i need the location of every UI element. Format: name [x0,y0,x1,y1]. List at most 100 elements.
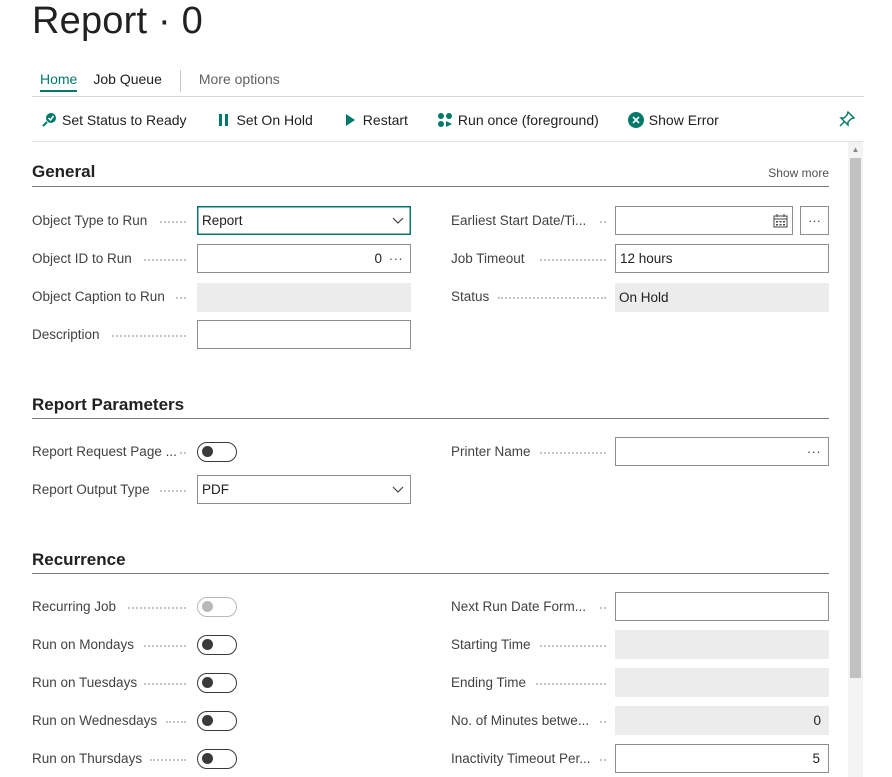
toggle-knob [202,601,213,612]
section-title-general[interactable]: General [32,162,95,182]
leader-dots [112,335,186,337]
leader-dots [180,452,186,454]
run-once-label: Run once (foreground) [457,112,599,128]
action-bar: Set Status to Ready Set On Hold Restart … [40,106,747,134]
mondays-label: Run on Mondays [32,637,135,652]
tuesdays-label: Run on Tuesdays [32,675,138,690]
section-divider-general [32,186,829,187]
object-type-select[interactable]: Report [197,206,411,235]
set-on-hold-label: Set On Hold [236,112,313,128]
leader-dots [176,297,186,299]
description-label: Description [32,327,100,342]
recurring-job-label: Recurring Job [32,599,117,614]
menu-separator [179,70,181,92]
tab-home[interactable]: Home [32,69,85,93]
set-on-hold-button[interactable]: Set On Hold [215,111,313,129]
more-options-button[interactable]: More options [191,69,288,93]
leader-dots [600,607,606,609]
show-error-button[interactable]: Show Error [627,111,719,129]
run-once-icon [436,111,454,129]
status-label: Status [451,289,490,304]
tuesdays-toggle[interactable] [197,673,237,693]
ellipsis-icon[interactable]: ··· [386,251,406,266]
earliest-start-input[interactable] [615,206,793,235]
restart-button[interactable]: Restart [341,111,408,129]
toggle-knob [202,639,213,650]
scrollbar[interactable]: ▲ [848,142,863,777]
leader-dots [600,221,606,223]
status-field: On Hold [615,283,829,312]
printer-name-label: Printer Name [451,444,531,459]
show-more-link[interactable]: Show more [768,166,829,180]
thursdays-label: Run on Thursdays [32,751,143,766]
inactivity-input[interactable]: 5 [615,744,829,773]
job-timeout-value: 12 hours [620,251,673,266]
error-icon [627,111,645,129]
inactivity-label: Inactivity Timeout Per... [451,751,591,766]
toggle-knob [202,715,213,726]
scroll-thumb[interactable] [850,158,861,678]
toggle-knob [202,677,213,688]
inactivity-value: 5 [812,751,820,766]
output-type-select[interactable]: PDF [197,475,411,504]
output-type-value: PDF [202,482,229,497]
leader-dots [600,721,606,723]
leader-dots [150,759,186,761]
leader-dots [166,721,186,723]
request-page-toggle[interactable] [197,442,237,462]
description-input[interactable] [197,320,411,349]
wednesdays-toggle[interactable] [197,711,237,731]
wednesdays-label: Run on Wednesdays [32,713,158,728]
leader-dots [536,683,606,685]
page-title: Report · 0 [32,0,203,42]
action-divider [32,141,864,142]
status-value: On Hold [619,290,669,305]
toggle-knob [202,753,213,764]
scroll-up-arrow-icon[interactable]: ▲ [848,142,863,156]
minutes-between-value: 0 [813,713,821,728]
leader-dots [144,683,186,685]
request-page-label: Report Request Page ... [32,444,177,459]
earliest-start-more-button[interactable]: ··· [800,206,829,235]
ending-time-field [615,668,829,697]
object-id-input[interactable]: 0 ··· [197,244,411,273]
menu-tabs: Home Job Queue More options [32,68,288,94]
tab-job-queue[interactable]: Job Queue [85,69,170,93]
section-title-report-parameters[interactable]: Report Parameters [32,395,184,415]
printer-name-input[interactable]: ··· [615,437,829,466]
job-timeout-input[interactable]: 12 hours [615,244,829,273]
menu-divider [32,96,864,97]
leader-dots [600,759,606,761]
section-divider-recurrence [32,573,829,574]
next-run-input[interactable] [615,592,829,621]
recurring-job-toggle [197,597,237,617]
set-status-ready-button[interactable]: Set Status to Ready [40,111,187,129]
ellipsis-icon[interactable]: ··· [804,444,824,459]
earliest-start-label: Earliest Start Date/Ti... [451,213,587,228]
toggle-knob [202,446,213,457]
next-run-label: Next Run Date Form... [451,599,587,614]
pause-icon [215,111,233,129]
job-timeout-label: Job Timeout [451,251,525,266]
minutes-between-field: 0 [615,706,829,735]
leader-dots [498,297,606,299]
minutes-between-label: No. of Minutes betwe... [451,713,590,728]
leader-dots [540,452,606,454]
play-icon [341,111,359,129]
leader-dots [144,259,186,261]
section-title-recurrence[interactable]: Recurrence [32,550,126,570]
ellipsis-icon: ··· [808,213,821,228]
ending-time-label: Ending Time [451,675,527,690]
object-caption-field [197,283,411,312]
restart-label: Restart [362,112,408,128]
leader-dots [144,645,186,647]
pin-icon[interactable] [838,110,856,128]
section-divider-report-parameters [32,418,829,419]
mondays-toggle[interactable] [197,635,237,655]
leader-dots [160,221,186,223]
thursdays-toggle[interactable] [197,749,237,769]
run-once-button[interactable]: Run once (foreground) [436,111,599,129]
show-error-label: Show Error [648,112,719,128]
calendar-icon[interactable] [772,213,788,229]
leader-dots [160,490,186,492]
